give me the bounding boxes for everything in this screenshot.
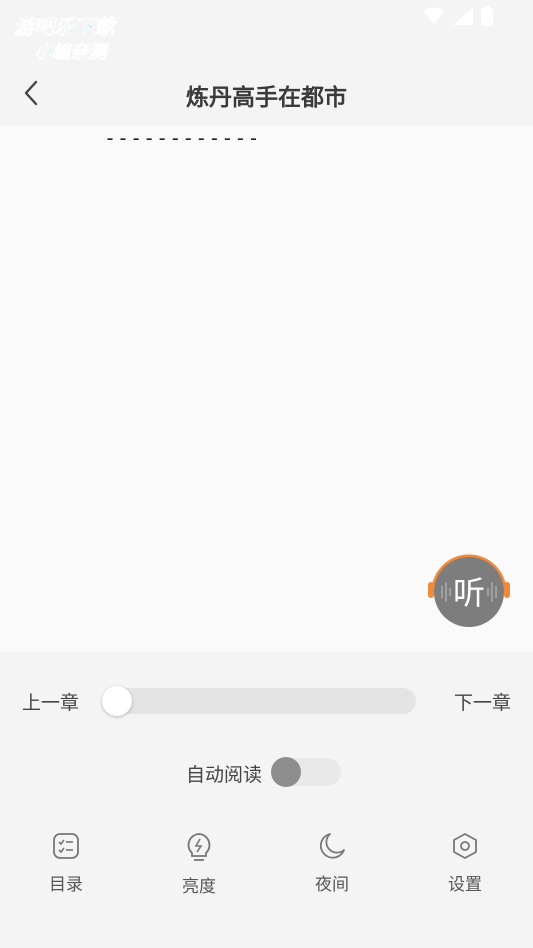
- status-icons: [423, 6, 493, 26]
- catalog-icon: [53, 833, 79, 859]
- nav-brightness[interactable]: 亮度: [159, 832, 239, 897]
- listen-button[interactable]: 听: [426, 548, 512, 634]
- nav-catalog[interactable]: 目录: [26, 832, 106, 895]
- content-divider: ------------: [104, 126, 261, 150]
- watermark-logo: 游吧乐下载 小编亲测: [14, 15, 118, 62]
- nav-label: 设置: [448, 875, 482, 895]
- listen-label: 听: [453, 574, 485, 612]
- settings-icon: [453, 833, 477, 859]
- chapter-progress-slider[interactable]: [102, 688, 416, 714]
- signal-icon: [453, 7, 473, 25]
- brightness-icon: [187, 833, 211, 861]
- next-chapter-button[interactable]: 下一章: [454, 688, 511, 715]
- watermark-line1: 游吧乐下载: [14, 15, 117, 39]
- headphones-icon: 听: [428, 554, 510, 627]
- page-title: 炼丹高手在都市: [186, 85, 347, 111]
- prev-chapter-button[interactable]: 上一章: [22, 688, 79, 715]
- bottom-panel: 上一章 下一章 自动阅读 目录 亮度 夜间 设置: [0, 652, 533, 948]
- nav-label: 夜间: [315, 875, 349, 895]
- nav-settings[interactable]: 设置: [425, 832, 505, 895]
- watermark-line2: 小编亲测: [34, 42, 109, 62]
- auto-read-label: 自动阅读: [186, 764, 263, 786]
- slider-handle[interactable]: [102, 686, 132, 716]
- moon-icon: [319, 833, 345, 859]
- wifi-icon: [423, 7, 445, 24]
- nav-night-mode[interactable]: 夜间: [292, 832, 372, 895]
- nav-label: 亮度: [182, 877, 216, 897]
- toggle-knob: [271, 757, 301, 787]
- auto-read-toggle[interactable]: [271, 757, 341, 787]
- battery-icon: [481, 6, 493, 26]
- header: 炼丹高手在都市: [0, 62, 533, 126]
- nav-label: 目录: [49, 875, 83, 895]
